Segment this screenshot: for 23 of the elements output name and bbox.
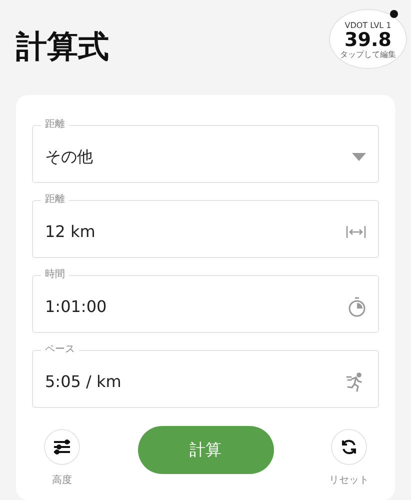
page-title: 計算式	[16, 28, 109, 66]
stopwatch-icon	[348, 297, 366, 317]
distance-dropdown[interactable]: 距離 その他	[32, 118, 379, 183]
sliders-icon	[53, 438, 71, 454]
edit-hint: タップして編集	[340, 51, 396, 60]
field-value: 1:01:00	[45, 296, 107, 318]
input-field[interactable]: ペース 5:05 / km	[32, 343, 379, 408]
reset-label: リセット	[329, 474, 369, 488]
field-value: その他	[45, 146, 93, 168]
refresh-icon	[341, 438, 357, 454]
caret-icon	[352, 153, 366, 161]
vdot-value: 39.8	[344, 30, 392, 51]
input-field[interactable]: 時間 1:01:00	[32, 268, 379, 333]
field-value: 5:05 / km	[45, 371, 122, 393]
altitude-label: 高度	[52, 474, 72, 488]
field-value: 12 km	[45, 221, 96, 243]
settings-button[interactable]	[44, 428, 80, 464]
dot-icon	[390, 10, 398, 18]
reset-button[interactable]	[331, 428, 367, 464]
distance-icon	[346, 226, 366, 238]
vdot-level-label: VDOT LVL 1	[344, 22, 392, 30]
input-field[interactable]: 距離 12 km	[32, 193, 379, 258]
vdot-badge[interactable]: VDOT LVL 1 39.8 タップして編集	[329, 8, 407, 68]
